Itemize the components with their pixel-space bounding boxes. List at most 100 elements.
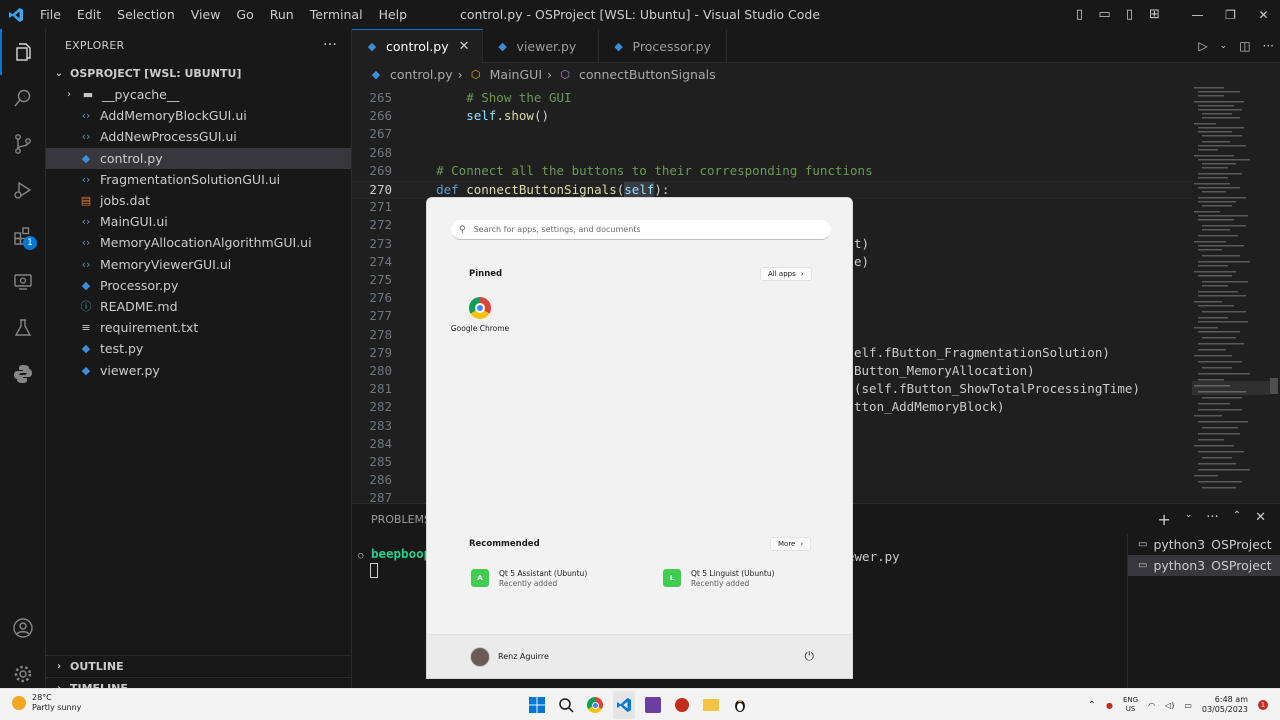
terminal-output[interactable]: ○ beepboop — [358, 546, 431, 578]
file-item[interactable]: › ▬ __pycache__ — [46, 84, 351, 105]
more-actions-icon[interactable]: ··· — [1206, 510, 1218, 529]
maximize-panel-icon[interactable]: ⌃ — [1233, 510, 1241, 529]
tab-viewer-py[interactable]: ◆ viewer.py — [483, 29, 599, 63]
minimize-button[interactable]: — — [1181, 0, 1214, 29]
editor-scrollbar[interactable] — [1268, 85, 1280, 503]
toggle-primary-sidebar-icon[interactable]: ▯ — [1067, 0, 1092, 29]
breadcrumb-file[interactable]: control.py — [390, 67, 453, 82]
file-item[interactable]: ◆ test.py — [46, 338, 351, 359]
testing-icon[interactable] — [0, 305, 46, 351]
breadcrumb-class[interactable]: MainGUI — [490, 67, 542, 82]
file-item[interactable]: ‹› AddNewProcessGUI.ui — [46, 126, 351, 147]
vscode-taskbar-icon[interactable] — [613, 691, 635, 719]
file-item[interactable]: ‹› MemoryAllocationAlgorithmGUI.ui — [46, 232, 351, 253]
extensions-icon[interactable]: 1 — [0, 213, 46, 259]
chevron-up-icon[interactable]: ⌃ — [1088, 700, 1096, 711]
microphone-icon[interactable]: ● — [1106, 701, 1113, 710]
new-terminal-icon[interactable]: + — [1157, 510, 1170, 529]
minimap[interactable] — [1192, 85, 1270, 503]
terminal-app-icon[interactable] — [642, 691, 664, 719]
code-line[interactable]: 268 — [352, 145, 1192, 163]
code-line[interactable]: 267 — [352, 126, 1192, 144]
remote-explorer-icon[interactable] — [0, 259, 46, 305]
file-item[interactable]: ◆ control.py — [46, 147, 351, 169]
clock[interactable]: 6:48 am 03/05/2023 — [1202, 695, 1248, 715]
close-window-button[interactable]: ✕ — [1247, 0, 1280, 29]
linux-penguin-icon[interactable] — [729, 691, 751, 719]
chrome-taskbar-icon[interactable] — [584, 691, 606, 719]
battery-icon[interactable]: ▭ — [1184, 701, 1192, 710]
menu-terminal[interactable]: Terminal — [302, 0, 371, 29]
line-number: 276 — [369, 290, 392, 306]
menu-selection[interactable]: Selection — [109, 0, 183, 29]
wifi-icon[interactable]: ◠ — [1148, 701, 1155, 710]
file-item[interactable]: ◆ viewer.py — [46, 359, 351, 380]
file-item[interactable]: ‹› MemoryViewerGUI.ui — [46, 254, 351, 275]
file-explorer-icon[interactable] — [700, 691, 722, 719]
chevron-down-icon[interactable]: ⌄ — [1220, 41, 1228, 51]
file-item[interactable]: ▤ jobs.dat — [46, 190, 351, 211]
language-indicator[interactable]: ENG US — [1123, 696, 1138, 714]
search-icon[interactable] — [0, 75, 46, 121]
menu-edit[interactable]: Edit — [69, 0, 109, 29]
pinned-app-chrome[interactable]: Google Chrome — [449, 297, 511, 333]
terminal-item[interactable]: ▭ python3 OSProject — [1128, 555, 1280, 576]
breadcrumb-method[interactable]: connectButtonSignals — [579, 67, 716, 82]
taskbar-search-icon[interactable] — [555, 691, 577, 719]
info-file-icon: ⓘ — [80, 300, 92, 314]
file-item[interactable]: ≡ requirement.txt — [46, 317, 351, 338]
menu-help[interactable]: Help — [371, 0, 416, 29]
file-item[interactable]: ◆ Processor.py — [46, 275, 351, 296]
python-icon[interactable] — [0, 351, 46, 397]
outline-section[interactable]: › OUTLINE — [46, 655, 352, 677]
windows-start-icon[interactable] — [526, 691, 548, 719]
volume-icon[interactable]: ◁) — [1165, 701, 1174, 710]
start-search-input[interactable]: Search for apps, settings, and documents — [474, 225, 641, 234]
split-editor-icon[interactable]: ◫ — [1239, 39, 1250, 53]
user-avatar[interactable] — [470, 647, 490, 667]
menu-file[interactable]: File — [32, 0, 69, 29]
notification-badge[interactable]: 1 — [1258, 700, 1268, 710]
close-tab-icon[interactable]: ✕ — [459, 39, 470, 54]
tab-control-py[interactable]: ◆ control.py ✕ — [352, 29, 483, 63]
menu-view[interactable]: View — [183, 0, 229, 29]
file-item[interactable]: ⓘ README.md — [46, 296, 351, 317]
tab-problems[interactable]: PROBLEMS — [371, 513, 431, 526]
recommended-item[interactable]: A Qt 5 Assistant (Ubuntu) Recently added — [471, 569, 587, 588]
tab-processor-py[interactable]: ◆ Processor.py — [599, 29, 727, 63]
code-line[interactable]: 266 self.show() — [352, 108, 1192, 126]
code-line[interactable]: 269 # Connect all the buttons to their c… — [352, 163, 1192, 181]
project-root[interactable]: ⌄ OSPROJECT [WSL: UBUNTU] — [46, 62, 351, 84]
toggle-panel-icon[interactable]: ▭ — [1092, 0, 1117, 29]
toggle-secondary-sidebar-icon[interactable]: ▯ — [1117, 0, 1142, 29]
accounts-icon[interactable] — [0, 605, 46, 651]
recommended-item[interactable]: L Qt 5 Linguist (Ubuntu) Recently added — [663, 569, 775, 588]
file-item[interactable]: ‹› MainGUI.ui — [46, 211, 351, 232]
weather-widget[interactable]: 28°C Partly sunny — [12, 693, 81, 713]
customize-layout-icon[interactable]: ⊞ — [1142, 0, 1167, 29]
start-search-box[interactable]: ⚲ Search for apps, settings, and documen… — [451, 220, 831, 240]
more-actions-icon[interactable]: ··· — [1263, 39, 1274, 53]
more-actions-icon[interactable]: ··· — [323, 37, 337, 53]
menu-run[interactable]: Run — [262, 0, 302, 29]
run-file-icon[interactable]: ▷ — [1198, 39, 1207, 53]
user-name[interactable]: Renz Aguirre — [498, 652, 549, 661]
file-name: MemoryAllocationAlgorithmGUI.ui — [100, 235, 312, 251]
explorer-sidebar: EXPLORER ··· ⌄ OSPROJECT [WSL: UBUNTU] ›… — [46, 29, 352, 695]
more-button[interactable]: More › — [770, 537, 812, 551]
menu-go[interactable]: Go — [228, 0, 261, 29]
code-line[interactable]: 265 # Show the GUI — [352, 90, 1192, 108]
restore-button[interactable]: ❐ — [1214, 0, 1247, 29]
power-icon[interactable]: ⏻ — [805, 649, 815, 664]
close-panel-icon[interactable]: ✕ — [1255, 510, 1266, 529]
all-apps-button[interactable]: All apps › — [760, 267, 812, 281]
run-debug-icon[interactable] — [0, 167, 46, 213]
explorer-icon[interactable] — [0, 29, 46, 75]
file-item[interactable]: ‹› FragmentationSolutionGUI.ui — [46, 169, 351, 190]
file-item[interactable]: ‹› AddMemoryBlockGUI.ui — [46, 105, 351, 126]
chevron-down-icon[interactable]: ⌄ — [1185, 510, 1193, 529]
terminal-folder: OSProject — [1211, 537, 1272, 552]
app-icon[interactable] — [671, 691, 693, 719]
source-control-icon[interactable] — [0, 121, 46, 167]
terminal-item[interactable]: ▭ python3 OSProject — [1128, 534, 1280, 555]
